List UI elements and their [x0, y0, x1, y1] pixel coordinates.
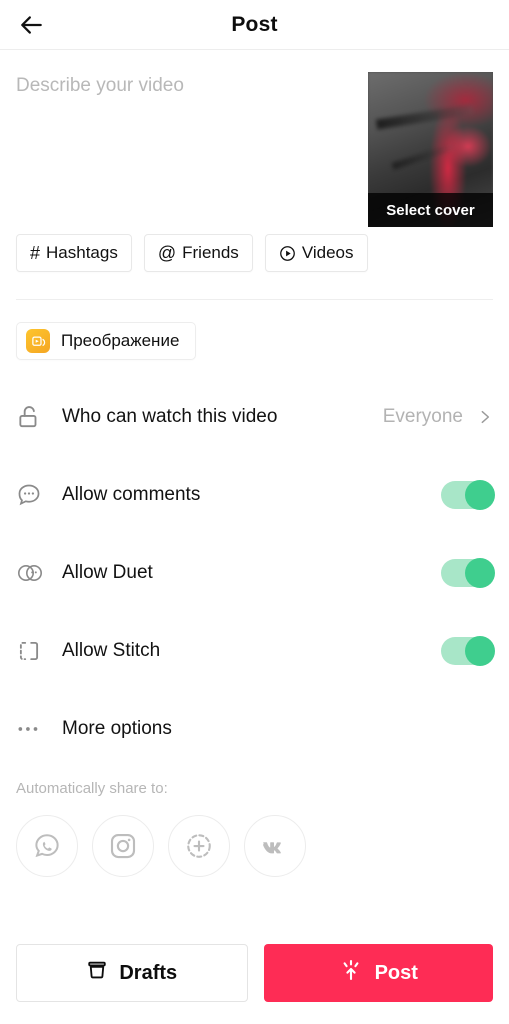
toggle-allow-stitch[interactable]	[441, 636, 495, 666]
app-header: Post	[0, 0, 509, 50]
chip-hashtags[interactable]: # Hashtags	[16, 234, 132, 272]
chip-friends[interactable]: @ Friends	[143, 234, 253, 272]
row-allow-duet-label: Allow Duet	[62, 562, 153, 583]
row-allow-stitch[interactable]: Allow Stitch	[16, 612, 495, 690]
ellipsis-icon	[16, 716, 46, 742]
instagram-icon	[110, 833, 136, 859]
post-body: Select cover # Hashtags @ Friends Vi	[0, 50, 509, 944]
chip-videos-label: Videos	[301, 243, 354, 262]
hashtag-icon: #	[30, 243, 41, 263]
at-mention-icon: @	[157, 243, 177, 263]
row-allow-duet[interactable]: Allow Duet	[16, 534, 495, 612]
post-screen: Post Select cover # Hashtags @ Friends	[0, 0, 509, 1024]
row-more-options-label: More options	[62, 718, 172, 739]
share-whatsapp-button[interactable]	[16, 815, 78, 877]
arrow-left-icon	[21, 15, 42, 34]
instagram-story-icon	[187, 834, 211, 858]
compose-chips: # Hashtags @ Friends Videos	[0, 234, 509, 272]
toggle-allow-duet[interactable]	[441, 558, 495, 588]
effect-label: Преображение	[61, 331, 180, 350]
archive-box-icon	[86, 959, 108, 987]
row-allow-comments[interactable]: Allow comments	[16, 456, 495, 534]
unlock-icon	[16, 404, 46, 430]
back-button[interactable]	[12, 5, 52, 45]
duet-icon	[16, 559, 46, 587]
drafts-button-label: Drafts	[119, 961, 178, 984]
chip-videos[interactable]: Videos	[264, 234, 368, 272]
share-instagram-story-button[interactable]	[168, 815, 230, 877]
row-privacy[interactable]: Who can watch this video Everyone	[16, 378, 493, 456]
select-cover-button[interactable]: Select cover	[368, 193, 493, 227]
settings-list: Who can watch this video Everyone Allow …	[0, 378, 509, 768]
page-title: Post	[231, 12, 278, 36]
whatsapp-icon	[35, 834, 59, 858]
share-instagram-button[interactable]	[92, 815, 154, 877]
share-label: Automatically share to:	[16, 780, 168, 797]
chevron-right-icon	[477, 409, 493, 425]
publish-arrow-icon	[339, 958, 363, 988]
row-allow-comments-label: Allow comments	[62, 484, 201, 505]
description-input[interactable]	[16, 72, 368, 97]
row-privacy-value: Everyone	[382, 406, 463, 427]
effect-section: Преображение	[0, 300, 509, 360]
play-circle-icon	[279, 245, 296, 262]
effect-tag[interactable]: Преображение	[16, 322, 197, 360]
share-vk-button[interactable]	[244, 815, 306, 877]
share-targets	[0, 797, 509, 877]
describe-row: Select cover	[0, 50, 509, 230]
row-allow-stitch-label: Allow Stitch	[62, 640, 161, 661]
toggle-allow-comments[interactable]	[441, 480, 495, 510]
toggle-knob	[465, 480, 495, 510]
post-button-label: Post	[374, 961, 418, 984]
post-button[interactable]: Post	[263, 944, 493, 1002]
row-more-options[interactable]: More options	[16, 690, 493, 768]
footer-actions: Drafts Post	[0, 944, 509, 1024]
effect-play-icon	[26, 329, 50, 353]
stitch-icon	[16, 638, 46, 664]
toggle-knob	[465, 636, 495, 666]
vk-icon	[263, 842, 281, 854]
comment-bubble-icon	[16, 482, 46, 508]
video-thumbnail[interactable]: Select cover	[368, 72, 493, 227]
toggle-knob	[465, 558, 495, 588]
chip-hashtags-label: Hashtags	[46, 243, 118, 262]
chip-friends-label: Friends	[182, 243, 239, 262]
drafts-button[interactable]: Drafts	[16, 944, 248, 1002]
row-privacy-label: Who can watch this video	[62, 406, 278, 427]
